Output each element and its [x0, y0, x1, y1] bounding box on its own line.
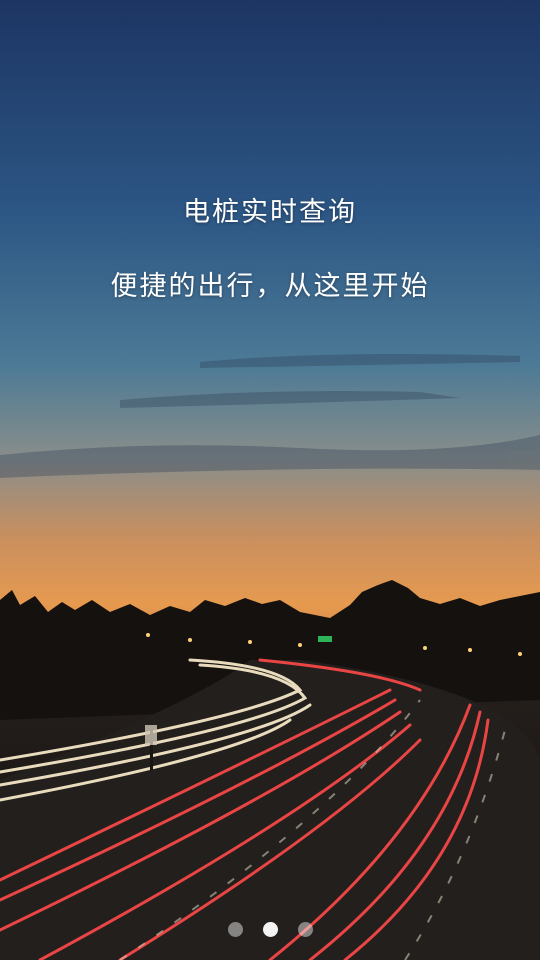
- page-subtitle: 便捷的出行，从这里开始: [110, 271, 430, 302]
- page-indicator-dot-1[interactable]: [227, 922, 243, 937]
- page-indicator-dot-2[interactable]: [262, 922, 278, 937]
- background-photo: [0, 0, 540, 960]
- page-indicator-dot-3[interactable]: [297, 922, 313, 937]
- page-indicator: [0, 922, 540, 937]
- page-title: 电桩实时查询: [183, 197, 357, 228]
